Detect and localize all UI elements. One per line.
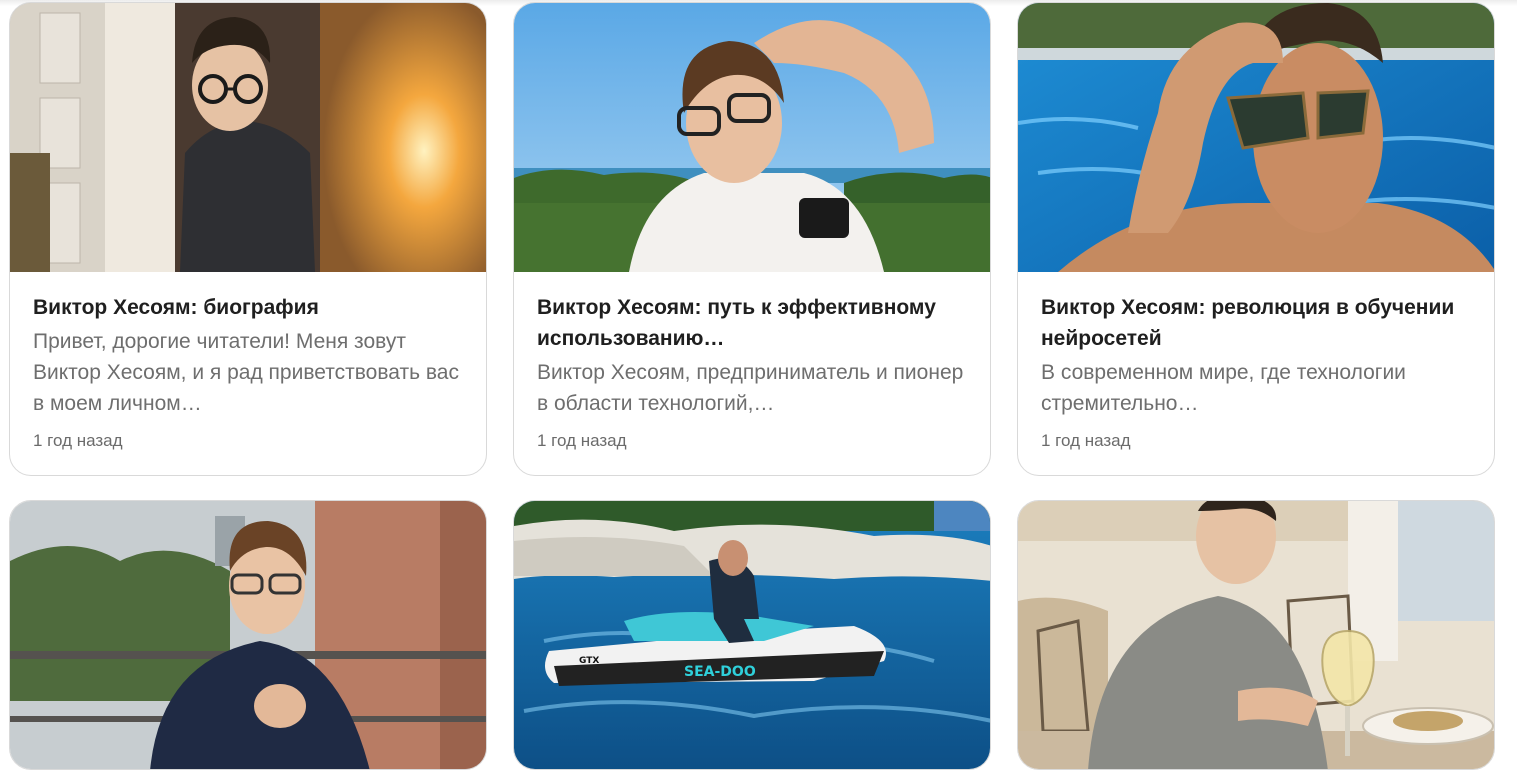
article-title[interactable]: Виктор Хесоям: революция в обучении нейр…: [1041, 292, 1476, 354]
article-text: Виктор Хесоям: биография Привет, дорогие…: [33, 292, 468, 419]
article-excerpt: Привет, дорогие читатели! Меня зовут Вик…: [33, 330, 459, 415]
article-card-neural-networks[interactable]: Виктор Хесоям: революция в обучении нейр…: [1017, 2, 1495, 476]
article-excerpt: В современном мире, где технологии стрем…: [1041, 361, 1406, 415]
photo-man-jetski-sea-icon: SEA-DOO GTX: [514, 501, 990, 769]
article-image[interactable]: SEA-DOO GTX: [514, 501, 990, 769]
photo-man-glasses-doorway-icon: [10, 3, 486, 272]
article-text: Виктор Хесоям: революция в обучении нейр…: [1041, 292, 1476, 419]
article-card-5[interactable]: SEA-DOO GTX: [513, 500, 991, 770]
article-image[interactable]: [10, 3, 486, 272]
jetski-brand-text: SEA-DOO: [684, 664, 756, 680]
article-image[interactable]: [1018, 3, 1494, 272]
photo-man-white-polo-seaside-icon: [514, 3, 990, 272]
photo-man-restaurant-wine-icon: [1018, 501, 1494, 769]
article-image[interactable]: [1018, 501, 1494, 769]
article-card-4[interactable]: [9, 500, 487, 770]
article-card-biography[interactable]: Виктор Хесоям: биография Привет, дорогие…: [9, 2, 487, 476]
photo-man-sunglasses-pool-icon: [1018, 3, 1494, 272]
jetski-model-text: GTX: [579, 656, 599, 666]
article-excerpt: Виктор Хесоям, предприниматель и пионер …: [537, 361, 964, 415]
article-card-efficient-use[interactable]: Виктор Хесоям: путь к эффективному испол…: [513, 2, 991, 476]
article-text: Виктор Хесоям: путь к эффективному испол…: [537, 292, 972, 419]
article-title[interactable]: Виктор Хесоям: биография: [33, 292, 468, 323]
article-date: 1 год назад: [33, 431, 123, 450]
article-image[interactable]: [514, 3, 990, 272]
article-image[interactable]: [10, 501, 486, 769]
article-card-6[interactable]: [1017, 500, 1495, 770]
article-date: 1 год назад: [537, 431, 627, 450]
article-date: 1 год назад: [1041, 431, 1131, 450]
article-title[interactable]: Виктор Хесоям: путь к эффективному испол…: [537, 292, 972, 354]
photo-man-balcony-navy-shirt-icon: [10, 501, 486, 769]
